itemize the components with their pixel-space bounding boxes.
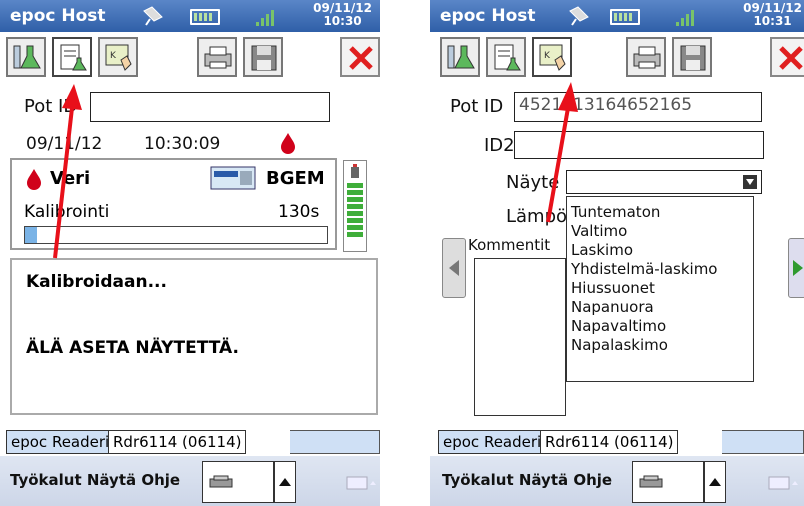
right-screenshot: epoc Host 09/11/12 10:31 K Pot ID 4521313… (430, 0, 804, 506)
left-screenshot: epoc Host 09/11/12 10:30 K Pot ID 09/11/1… (0, 0, 380, 506)
annotation-arrow (546, 82, 578, 223)
annotation-arrow (53, 84, 82, 259)
